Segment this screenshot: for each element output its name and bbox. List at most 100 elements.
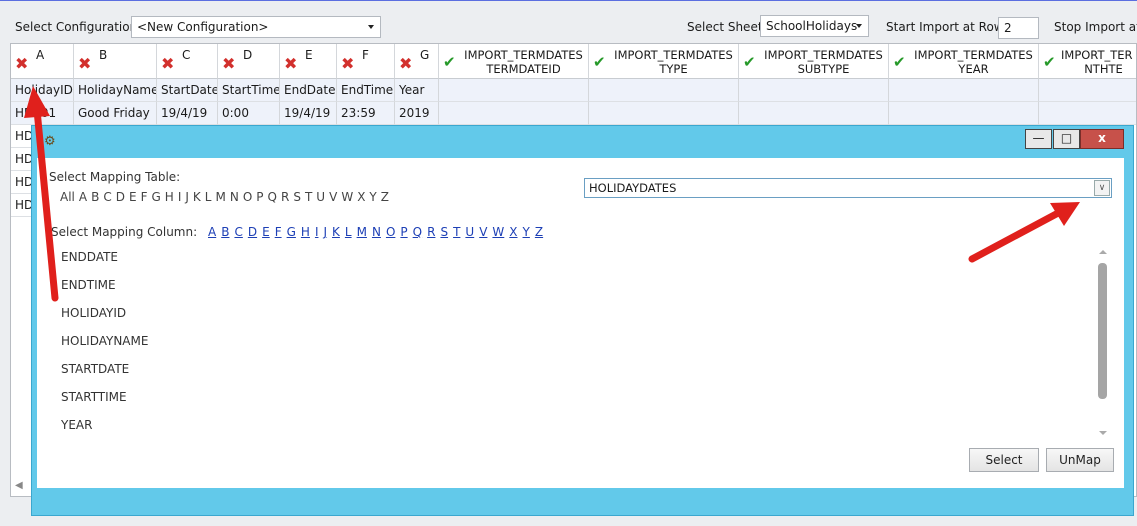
table-letter-m[interactable]: M xyxy=(215,190,225,204)
column-letter-r[interactable]: R xyxy=(427,225,435,239)
table-letter-q[interactable]: Q xyxy=(268,190,277,204)
start-import-row-input[interactable]: 2 xyxy=(998,17,1039,39)
table-letter-p[interactable]: P xyxy=(256,190,263,204)
column-letter-z[interactable]: Z xyxy=(535,225,543,239)
field-name-cell[interactable]: EndDate xyxy=(280,79,337,102)
empty-cell[interactable] xyxy=(889,79,1039,102)
column-header-g[interactable]: ✖ G xyxy=(395,44,439,79)
column-letter-n[interactable]: N xyxy=(372,225,381,239)
empty-cell[interactable] xyxy=(739,79,889,102)
column-letter-t[interactable]: T xyxy=(453,225,460,239)
column-letter-f[interactable]: F xyxy=(275,225,282,239)
mapping-column-item[interactable]: STARTTIME xyxy=(61,390,148,418)
column-letter-i[interactable]: I xyxy=(315,225,319,239)
chevron-down-icon[interactable]: ∨ xyxy=(1094,180,1110,196)
table-letter-d[interactable]: D xyxy=(116,190,125,204)
column-letter-p[interactable]: P xyxy=(400,225,407,239)
data-cell[interactable]: HD001 xyxy=(11,102,74,125)
column-letter-a[interactable]: A xyxy=(208,225,216,239)
data-cell[interactable]: 0:00 xyxy=(218,102,280,125)
column-letter-u[interactable]: U xyxy=(465,225,474,239)
close-button[interactable]: x xyxy=(1080,129,1124,149)
column-letter-q[interactable]: Q xyxy=(413,225,422,239)
empty-cell[interactable] xyxy=(739,102,889,125)
table-letter-t[interactable]: T xyxy=(305,190,312,204)
minimize-button[interactable]: — xyxy=(1025,129,1052,149)
scroll-up-icon[interactable] xyxy=(1099,250,1107,254)
empty-cell[interactable] xyxy=(1039,102,1136,125)
column-letter-e[interactable]: E xyxy=(262,225,270,239)
scrollbar-thumb[interactable] xyxy=(1098,263,1107,399)
empty-cell[interactable] xyxy=(589,79,739,102)
empty-cell[interactable] xyxy=(439,79,589,102)
table-letter-s[interactable]: S xyxy=(293,190,301,204)
table-letter-y[interactable]: Y xyxy=(369,190,376,204)
table-letter-b[interactable]: B xyxy=(91,190,99,204)
column-letter-l[interactable]: L xyxy=(345,225,352,239)
column-letter-h[interactable]: H xyxy=(301,225,310,239)
column-letter-c[interactable]: C xyxy=(234,225,242,239)
select-button[interactable]: Select xyxy=(969,448,1039,472)
table-letter-o[interactable]: O xyxy=(243,190,252,204)
table-letter-x[interactable]: X xyxy=(357,190,365,204)
empty-cell[interactable] xyxy=(1039,79,1136,102)
mapping-table-dropdown[interactable]: HOLIDAYDATES ∨ xyxy=(584,178,1112,198)
column-list-scrollbar[interactable] xyxy=(1097,250,1109,435)
empty-cell[interactable] xyxy=(589,102,739,125)
column-letter-b[interactable]: B xyxy=(221,225,229,239)
import-column-termdateid[interactable]: ✔ IMPORT_TERMDATES TERMDATEID xyxy=(439,44,589,79)
column-header-c[interactable]: ✖ C xyxy=(157,44,218,79)
column-letter-k[interactable]: K xyxy=(332,225,340,239)
unmap-button[interactable]: UnMap xyxy=(1046,448,1114,472)
column-letter-w[interactable]: W xyxy=(492,225,504,239)
table-letter-g[interactable]: G xyxy=(151,190,160,204)
field-name-cell[interactable]: EndTime xyxy=(337,79,395,102)
import-column-type[interactable]: ✔ IMPORT_TERMDATES TYPE xyxy=(589,44,739,79)
data-cell[interactable]: 19/4/19 xyxy=(280,102,337,125)
field-name-cell[interactable]: Year xyxy=(395,79,439,102)
column-letter-v[interactable]: V xyxy=(479,225,487,239)
table-letter-i[interactable]: I xyxy=(178,190,182,204)
table-letter-n[interactable]: N xyxy=(230,190,239,204)
field-name-cell[interactable]: HolidayID xyxy=(11,79,74,102)
field-name-cell[interactable]: StartDate xyxy=(157,79,218,102)
column-letter-y[interactable]: Y xyxy=(523,225,530,239)
data-cell[interactable]: 2019 xyxy=(395,102,439,125)
table-letter-h[interactable]: H xyxy=(165,190,174,204)
column-header-f[interactable]: ✖ F xyxy=(337,44,395,79)
configuration-dropdown[interactable]: <New Configuration> xyxy=(131,16,381,38)
mapping-column-item[interactable]: ENDDATE xyxy=(61,250,148,278)
import-column-nthterm[interactable]: ✔ IMPORT_TER NTHTE xyxy=(1039,44,1136,79)
table-letter-u[interactable]: U xyxy=(316,190,325,204)
empty-cell[interactable] xyxy=(889,102,1039,125)
scroll-down-icon[interactable] xyxy=(1099,431,1107,435)
column-letter-d[interactable]: D xyxy=(248,225,257,239)
column-header-a[interactable]: ✖ A xyxy=(11,44,74,79)
field-name-cell[interactable]: StartTime xyxy=(218,79,280,102)
table-letter-r[interactable]: R xyxy=(281,190,289,204)
table-letter-all[interactable]: All xyxy=(60,190,75,204)
import-column-subtype[interactable]: ✔ IMPORT_TERMDATES SUBTYPE xyxy=(739,44,889,79)
table-letter-j[interactable]: J xyxy=(185,190,189,204)
column-header-e[interactable]: ✖ E xyxy=(280,44,337,79)
mapping-column-item[interactable]: YEAR xyxy=(61,418,148,446)
column-letter-j[interactable]: J xyxy=(323,225,327,239)
table-letter-k[interactable]: K xyxy=(193,190,201,204)
table-letter-a[interactable]: A xyxy=(79,190,87,204)
data-cell[interactable]: 23:59 xyxy=(337,102,395,125)
column-letter-o[interactable]: O xyxy=(386,225,395,239)
mapping-column-item[interactable]: HOLIDAYNAME xyxy=(61,334,148,362)
column-letter-g[interactable]: G xyxy=(287,225,296,239)
mapping-column-item[interactable]: ENDTIME xyxy=(61,278,148,306)
table-letter-w[interactable]: W xyxy=(341,190,353,204)
import-column-year[interactable]: ✔ IMPORT_TERMDATES YEAR xyxy=(889,44,1039,79)
column-header-b[interactable]: ✖ B xyxy=(74,44,157,79)
table-letter-f[interactable]: F xyxy=(141,190,148,204)
mapping-column-item[interactable]: STARTDATE xyxy=(61,362,148,390)
column-letter-x[interactable]: X xyxy=(509,225,517,239)
table-letter-z[interactable]: Z xyxy=(381,190,389,204)
empty-cell[interactable] xyxy=(439,102,589,125)
table-letter-e[interactable]: E xyxy=(129,190,137,204)
mapping-column-item[interactable]: HOLIDAYID xyxy=(61,306,148,334)
maximize-button[interactable]: □ xyxy=(1053,129,1080,149)
